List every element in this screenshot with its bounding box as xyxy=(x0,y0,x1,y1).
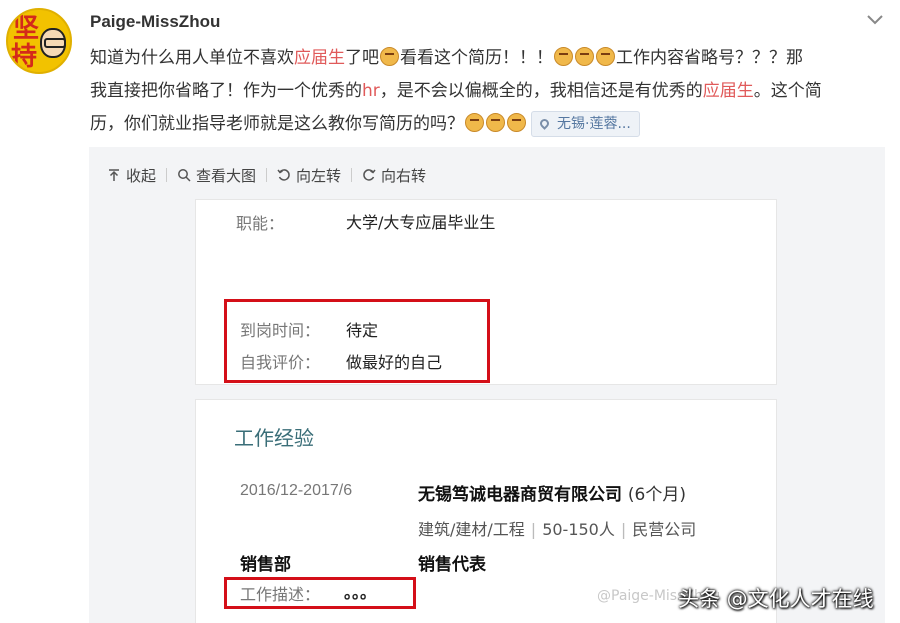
location-pin-icon xyxy=(538,117,551,130)
chevron-down-icon[interactable] xyxy=(864,8,886,30)
arrival-label: 到岗时间： xyxy=(240,321,321,340)
company-meta: 建筑/建材/工程 | 50-150人 | 民营公司 xyxy=(418,520,697,539)
function-value: 大学/大专应届毕业生 xyxy=(346,213,496,232)
collapse-arrow-icon xyxy=(109,169,119,181)
rotate-left-icon xyxy=(277,169,290,181)
section-title: 工作经验 xyxy=(234,426,314,450)
emoji-icon xyxy=(596,47,615,66)
image-viewer: 收起 查看大图 向左转 向右转 职能： 大学/大专应届毕业生 到岗时间： 待定 … xyxy=(89,147,885,623)
emoji-icon xyxy=(486,113,505,132)
hashtag-link[interactable]: 应届生 xyxy=(703,81,754,101)
job-role: 销售代表 xyxy=(418,555,486,575)
view-large-button[interactable]: 查看大图 xyxy=(167,165,266,186)
rotate-left-button[interactable]: 向左转 xyxy=(267,165,351,186)
rotate-right-button[interactable]: 向右转 xyxy=(352,165,436,186)
avatar[interactable]: 坚 持 xyxy=(6,8,72,74)
avatar-text-2: 持 xyxy=(11,42,38,72)
overlay-caption: 头条 @文化人才在线 xyxy=(678,587,874,611)
hashtag-link[interactable]: hr xyxy=(362,81,380,101)
emoji-icon xyxy=(575,47,594,66)
avatar-face xyxy=(40,28,66,58)
function-label: 职能： xyxy=(236,214,285,233)
description-label: 工作描述： xyxy=(240,585,321,604)
magnifier-icon xyxy=(178,169,191,182)
emoji-icon xyxy=(554,47,573,66)
image-toolbar: 收起 查看大图 向左转 向右转 xyxy=(107,165,436,185)
rotate-right-icon xyxy=(363,169,376,181)
description-value: 。。。 xyxy=(344,583,377,602)
emoji-icon xyxy=(380,47,399,66)
emoji-icon xyxy=(465,113,484,132)
hashtag-link[interactable]: 应届生 xyxy=(294,48,345,68)
date-range: 2016/12-2017/6 xyxy=(240,482,353,499)
username[interactable]: Paige-MissZhou xyxy=(90,12,220,32)
arrival-value: 待定 xyxy=(346,321,379,340)
location-chip[interactable]: 无锡·莲蓉... xyxy=(531,111,640,137)
post-text: 知道为什么用人单位不喜欢应届生了吧 看看这个简历！！！ 工作内容省略号？？？那 我直… xyxy=(90,42,890,141)
resume-card-info: 职能： 大学/大专应届毕业生 到岗时间： 待定 自我评价： 做最好的自己 xyxy=(195,199,777,385)
company-name: 无锡笃诚电器商贸有限公司 (6个月) xyxy=(418,485,687,505)
self-eval-value: 做最好的自己 xyxy=(346,353,443,372)
emoji-icon xyxy=(507,113,526,132)
collapse-button[interactable]: 收起 xyxy=(107,165,166,186)
avatar-text-1: 坚 xyxy=(13,14,40,44)
self-eval-label: 自我评价： xyxy=(240,353,321,372)
department: 销售部 xyxy=(240,555,291,575)
